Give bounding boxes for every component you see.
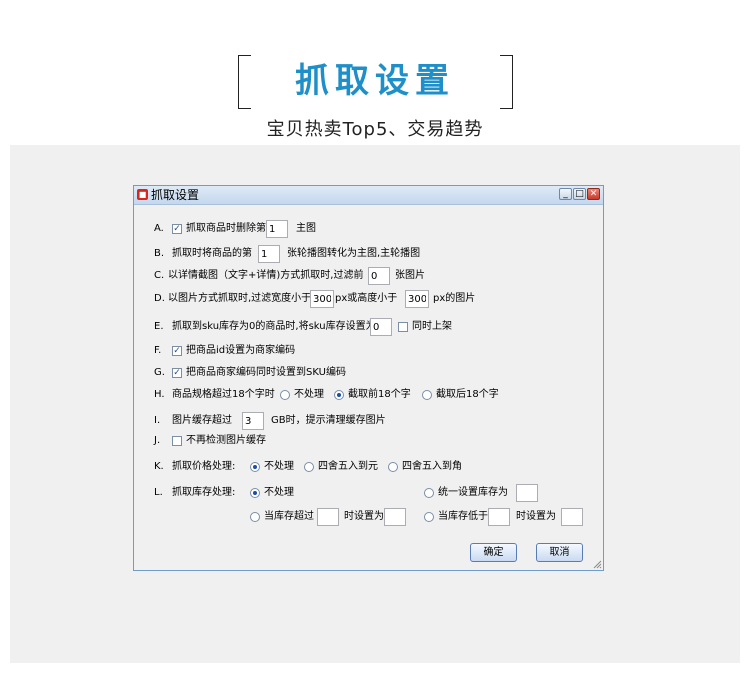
dialog-titlebar[interactable]: ■ 抓取设置 _ □ ✕ bbox=[134, 186, 603, 205]
option-l-radio-unify[interactable] bbox=[424, 488, 434, 498]
minimize-button[interactable]: _ bbox=[559, 188, 572, 200]
option-f-checkbox[interactable]: ✓ bbox=[172, 346, 182, 356]
option-l-radio-over[interactable] bbox=[250, 512, 260, 522]
option-d-label: 以图片方式抓取时,过滤宽度小于 bbox=[168, 293, 312, 304]
option-e-checkbox[interactable] bbox=[398, 322, 408, 332]
app-icon: ■ bbox=[137, 189, 148, 200]
resize-grip-icon[interactable] bbox=[592, 559, 602, 569]
option-k-radio-yuan[interactable] bbox=[304, 462, 314, 472]
option-k-label: 抓取价格处理: bbox=[172, 461, 236, 472]
option-l-below-set-input[interactable] bbox=[561, 508, 583, 526]
option-i-suffix: GB时，提示清理缓存图片 bbox=[271, 415, 386, 426]
option-letter: G. bbox=[154, 367, 165, 378]
option-e-input[interactable] bbox=[370, 318, 392, 336]
option-i-label: 图片缓存超过 bbox=[172, 415, 232, 426]
option-letter: I. bbox=[154, 415, 161, 426]
option-h-radio-none-label: 不处理 bbox=[294, 389, 324, 400]
cancel-button[interactable]: 取消 bbox=[536, 543, 583, 562]
settings-dialog: ■ 抓取设置 _ □ ✕ A. ✓ 抓取商品时删除第 主图 B. 抓取时将商品的… bbox=[133, 185, 604, 571]
option-l-row: L. 抓取库存处理: 不处理 统一设置库存为 bbox=[134, 484, 603, 502]
option-l-radio-over-label: 当库存超过 bbox=[264, 511, 314, 522]
option-letter: B. bbox=[154, 248, 165, 259]
hero-subtitle: 宝贝热卖Top5、交易趋势 bbox=[266, 119, 484, 140]
option-h-label: 商品规格超过18个字时 bbox=[172, 389, 275, 400]
option-h-radio-front[interactable] bbox=[334, 390, 344, 400]
option-l-label: 抓取库存处理: bbox=[172, 487, 236, 498]
option-l-row-2: 当库存超过 时设置为 当库存低于 时设置为 bbox=[134, 508, 603, 526]
option-a-suffix: 主图 bbox=[296, 223, 316, 234]
option-l-radio-unify-label: 统一设置库存为 bbox=[438, 487, 508, 498]
hero-header: 抓取设置 宝贝热卖Top5、交易趋势 bbox=[0, 0, 750, 145]
option-l-radio-below-label: 当库存低于 bbox=[438, 511, 488, 522]
option-h-radio-front-label: 截取前18个字 bbox=[348, 389, 411, 400]
option-letter: K. bbox=[154, 461, 164, 472]
option-a-input[interactable] bbox=[266, 220, 288, 238]
option-l-below-input[interactable] bbox=[488, 508, 510, 526]
option-letter: L. bbox=[154, 487, 163, 498]
option-l-radio-below[interactable] bbox=[424, 512, 434, 522]
option-h-radio-back-label: 截取后18个字 bbox=[436, 389, 499, 400]
option-k-radio-jiao-label: 四舍五入到角 bbox=[402, 461, 462, 472]
option-letter: J. bbox=[154, 435, 161, 446]
option-l-over-set-input[interactable] bbox=[384, 508, 406, 526]
option-d-height-input[interactable] bbox=[405, 290, 429, 308]
option-a-label: 抓取商品时删除第 bbox=[186, 223, 266, 234]
option-j-label: 不再检测图片缓存 bbox=[186, 435, 266, 446]
option-c-input[interactable] bbox=[368, 267, 390, 285]
option-k-radio-none-label: 不处理 bbox=[264, 461, 294, 472]
option-l-over-set-label: 时设置为 bbox=[344, 511, 384, 522]
option-b-input[interactable] bbox=[258, 245, 280, 263]
option-k-radio-yuan-label: 四舍五入到元 bbox=[318, 461, 378, 472]
option-l-radio-none[interactable] bbox=[250, 488, 260, 498]
option-h-radio-back[interactable] bbox=[422, 390, 432, 400]
right-bracket-decoration bbox=[500, 55, 513, 109]
option-d-mid: px或高度小于 bbox=[335, 293, 398, 304]
option-l-unify-input[interactable] bbox=[516, 484, 538, 502]
option-letter: H. bbox=[154, 389, 165, 400]
option-j-checkbox[interactable] bbox=[172, 436, 182, 446]
option-a-checkbox[interactable]: ✓ bbox=[172, 224, 182, 234]
option-e-label: 抓取到sku库存为0的商品时,将sku库存设置为 bbox=[172, 321, 376, 332]
option-i-input[interactable] bbox=[242, 412, 264, 430]
option-l-over-input[interactable] bbox=[317, 508, 339, 526]
option-d-width-input[interactable] bbox=[310, 290, 334, 308]
option-letter: A. bbox=[154, 223, 164, 234]
option-c-suffix: 张图片 bbox=[395, 270, 425, 281]
option-b-suffix: 张轮播图转化为主图,主轮播图 bbox=[287, 248, 421, 259]
option-k-radio-jiao[interactable] bbox=[388, 462, 398, 472]
ok-button[interactable]: 确定 bbox=[470, 543, 517, 562]
option-d-suffix: px的图片 bbox=[433, 293, 476, 304]
option-c-label: 以详情截图（文字+详情)方式抓取时,过滤前 bbox=[168, 270, 364, 281]
option-letter: C. bbox=[154, 270, 165, 281]
maximize-button[interactable]: □ bbox=[573, 188, 586, 200]
option-e-check-label: 同时上架 bbox=[412, 321, 452, 332]
option-f-label: 把商品id设置为商家编码 bbox=[186, 345, 296, 356]
option-l-radio-none-label: 不处理 bbox=[264, 487, 294, 498]
option-b-label: 抓取时将商品的第 bbox=[172, 248, 252, 259]
option-h-radio-none[interactable] bbox=[280, 390, 290, 400]
dialog-title: 抓取设置 bbox=[151, 188, 200, 202]
option-g-label: 把商品商家编码同时设置到SKU编码 bbox=[186, 367, 346, 378]
option-letter: E. bbox=[154, 321, 164, 332]
option-g-checkbox[interactable]: ✓ bbox=[172, 368, 182, 378]
hero-title: 抓取设置 bbox=[295, 61, 455, 101]
option-k-radio-none[interactable] bbox=[250, 462, 260, 472]
option-letter: D. bbox=[154, 293, 165, 304]
close-button[interactable]: ✕ bbox=[587, 188, 600, 200]
option-l-below-set-label: 时设置为 bbox=[516, 511, 556, 522]
option-letter: F. bbox=[154, 345, 162, 356]
